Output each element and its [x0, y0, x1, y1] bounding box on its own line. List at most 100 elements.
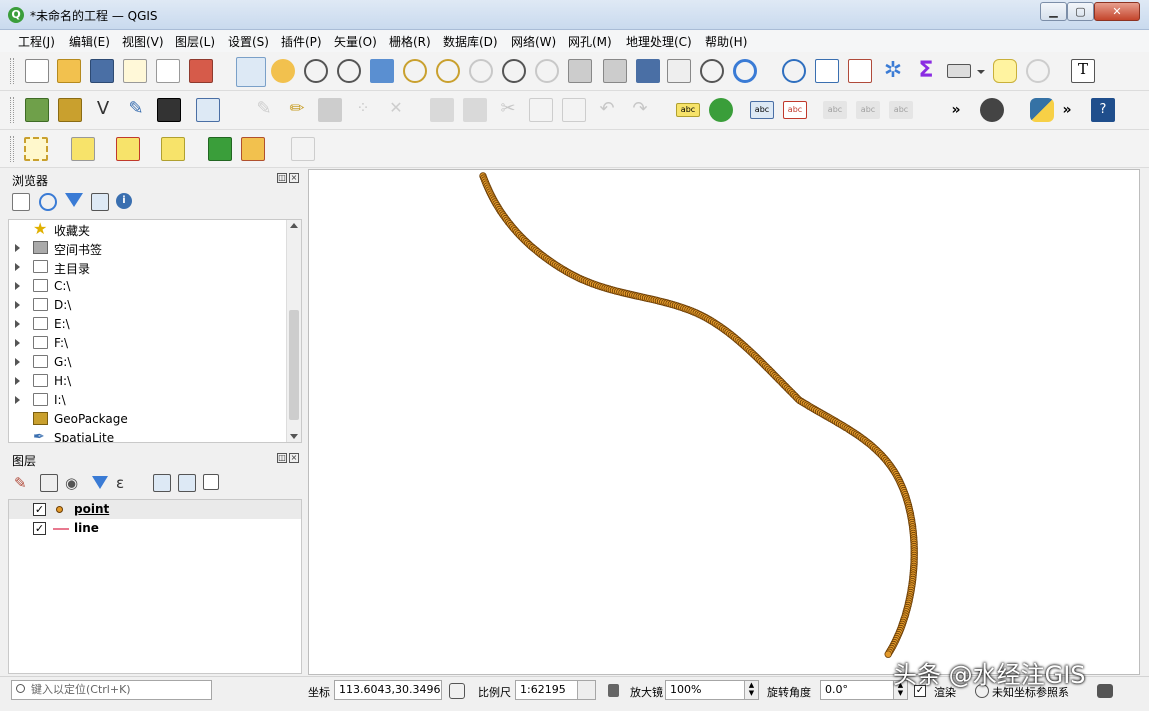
zoom-native-resolution-icon[interactable] — [469, 59, 493, 83]
zoom-to-layer-icon[interactable] — [436, 59, 460, 83]
menu-plugins[interactable]: 插件(P) — [281, 33, 322, 50]
show-bookmarks-icon[interactable] — [667, 59, 691, 83]
annotation-tool-icon[interactable] — [291, 137, 315, 161]
zoom-in-icon[interactable] — [304, 59, 328, 83]
save-layer-edits-icon[interactable] — [318, 98, 342, 122]
close-button[interactable]: ✕ — [1094, 2, 1140, 21]
undo-icon[interactable]: ↶ — [595, 98, 619, 122]
float-panel-icon[interactable]: ◫ — [277, 173, 287, 183]
menu-project[interactable]: 工程(J) — [18, 33, 55, 50]
layer-visibility-checkbox[interactable]: ✓ — [33, 522, 46, 535]
expand-arrow-icon[interactable] — [15, 244, 20, 252]
layer-visibility-checkbox[interactable]: ✓ — [33, 503, 46, 516]
map-canvas[interactable] — [308, 169, 1140, 675]
measure-dropdown-icon[interactable] — [977, 70, 985, 74]
current-edits-icon[interactable]: ✎ — [252, 98, 276, 122]
tree-item-drive-d[interactable]: D:\ — [9, 296, 287, 315]
expand-arrow-icon[interactable] — [15, 339, 20, 347]
tree-item-drive-e[interactable]: E:\ — [9, 315, 287, 334]
new-geopackage-layer-icon[interactable] — [58, 98, 82, 122]
maximize-button[interactable]: ▢ — [1067, 2, 1094, 21]
refresh-icon[interactable] — [733, 59, 757, 83]
layer-styling-icon[interactable]: ✎ — [14, 474, 34, 492]
chevron-down-icon[interactable] — [577, 681, 595, 699]
add-point-feature-icon[interactable]: ⁘ — [351, 98, 375, 122]
menu-processing[interactable]: 地理处理(C) — [626, 33, 692, 50]
remove-layer-icon[interactable] — [203, 474, 219, 490]
layer-diagram-options-icon[interactable] — [709, 98, 733, 122]
expand-arrow-icon[interactable] — [15, 301, 20, 309]
scroll-up-icon[interactable] — [290, 223, 298, 228]
new-virtual-layer-icon[interactable] — [157, 98, 181, 122]
tree-item-geopackage[interactable]: GeoPackage — [9, 410, 287, 429]
menu-mesh[interactable]: 网孔(M) — [568, 33, 612, 50]
spinner-arrows-icon[interactable]: ▲ ▼ — [744, 681, 758, 699]
deselect-features-icon[interactable] — [116, 137, 140, 161]
locator-search-input[interactable]: 键入以定位(Ctrl+K) — [11, 680, 212, 700]
new-temporary-layer-icon[interactable]: ✎ — [124, 98, 148, 122]
processing-toolbox-icon[interactable]: ✲ — [881, 59, 905, 83]
add-vector-layer-icon[interactable] — [196, 98, 220, 122]
quickmapservices-icon[interactable] — [980, 98, 1004, 122]
add-selected-layers-icon[interactable] — [12, 193, 30, 211]
layer-labeling-options-icon[interactable]: abc — [676, 103, 700, 117]
cut-features-icon[interactable]: ✂ — [496, 98, 520, 122]
collapse-all-icon[interactable] — [91, 193, 109, 211]
statistical-summary-icon[interactable]: Σ — [914, 59, 938, 83]
new-print-layout-icon[interactable] — [123, 59, 147, 83]
toolbar-overflow-icon[interactable]: » — [944, 98, 968, 122]
toolbar-grip[interactable] — [10, 58, 14, 84]
layout-manager-icon[interactable] — [156, 59, 180, 83]
temporal-controller-icon[interactable] — [700, 59, 724, 83]
field-calculator-icon[interactable] — [848, 59, 872, 83]
tree-item-drive-c[interactable]: C:\ — [9, 277, 287, 296]
open-project-icon[interactable] — [57, 59, 81, 83]
paste-features-icon[interactable] — [562, 98, 586, 122]
toolbar-grip[interactable] — [10, 97, 14, 123]
layer-row-point[interactable]: ✓ point — [9, 500, 301, 519]
zoom-to-selection-icon[interactable] — [403, 59, 427, 83]
tree-item-drive-i[interactable]: I:\ — [9, 391, 287, 410]
menu-raster[interactable]: 栅格(R) — [389, 33, 431, 50]
magnifier-tool-icon[interactable] — [1026, 59, 1050, 83]
new-map-view-icon[interactable] — [568, 59, 592, 83]
rotate-label-icon[interactable]: abc — [889, 101, 913, 119]
menu-vector[interactable]: 矢量(O) — [334, 33, 377, 50]
scroll-down-icon[interactable] — [290, 434, 298, 439]
expand-arrow-icon[interactable] — [15, 320, 20, 328]
menu-layer[interactable]: 图层(L) — [175, 33, 215, 50]
modify-attributes-icon[interactable] — [430, 98, 454, 122]
help-contents-icon[interactable]: ? — [1091, 98, 1115, 122]
toggle-editing-icon[interactable]: ✏ — [285, 98, 309, 122]
browser-filter-icon[interactable] — [65, 193, 83, 211]
delete-selected-icon[interactable] — [463, 98, 487, 122]
save-project-icon[interactable] — [90, 59, 114, 83]
data-source-manager-icon[interactable] — [25, 98, 49, 122]
map-tips-icon[interactable] — [993, 59, 1017, 83]
messages-icon[interactable] — [1097, 684, 1113, 698]
tree-item-favorites[interactable]: ★ 收藏夹 — [9, 220, 287, 239]
collapse-all-layers-icon[interactable] — [178, 474, 196, 492]
layer-row-line[interactable]: ✓ line — [9, 519, 301, 538]
minimize-button[interactable]: ▁ — [1040, 2, 1067, 21]
select-by-value-icon[interactable] — [71, 137, 95, 161]
expand-arrow-icon[interactable] — [15, 377, 20, 385]
filter-legend-icon[interactable] — [92, 476, 108, 492]
scroll-thumb[interactable] — [289, 310, 299, 420]
tree-item-spatialite[interactable]: ✒ SpatiaLite — [9, 429, 287, 442]
close-panel-icon[interactable]: × — [289, 453, 299, 463]
coordinate-field[interactable]: 113.6043,30.3496 — [334, 680, 442, 700]
properties-info-icon[interactable]: i — [116, 193, 132, 209]
new-shapefile-layer-icon[interactable]: V — [91, 98, 115, 122]
zoom-full-icon[interactable] — [370, 59, 394, 83]
magnifier-spinbox[interactable]: 100% ▲ ▼ — [665, 680, 759, 700]
expand-arrow-icon[interactable] — [15, 282, 20, 290]
toolbar-grip[interactable] — [10, 136, 14, 162]
move-label-icon[interactable]: abc — [856, 101, 880, 119]
show-hide-labels-icon[interactable]: abc — [823, 101, 847, 119]
redo-icon[interactable]: ↷ — [628, 98, 652, 122]
select-features-icon[interactable] — [24, 137, 48, 161]
menu-settings[interactable]: 设置(S) — [228, 33, 269, 50]
menu-database[interactable]: 数据库(D) — [443, 33, 498, 50]
zoom-out-icon[interactable] — [337, 59, 361, 83]
